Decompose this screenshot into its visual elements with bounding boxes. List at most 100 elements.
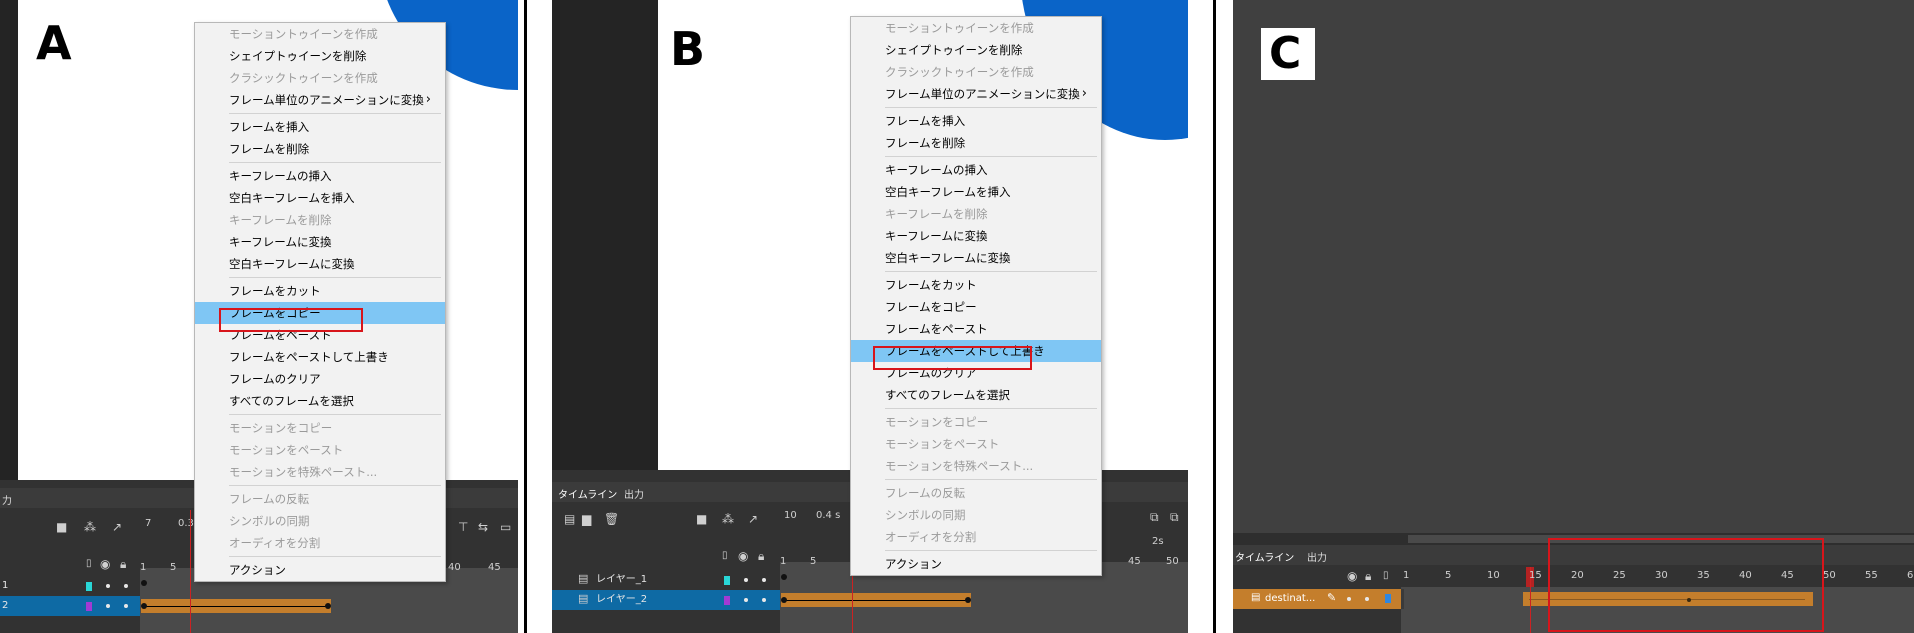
- menu-item[interactable]: フレーム単位のアニメーションに変換 ›: [195, 89, 445, 111]
- menu-item-label: オーディオを分割: [885, 530, 977, 544]
- layer-name[interactable]: 1: [2, 576, 8, 596]
- layer-color-swatch[interactable]: [724, 596, 730, 605]
- menu-item[interactable]: フレームのクリア: [195, 368, 445, 390]
- visibility-dot[interactable]: [1347, 597, 1351, 601]
- tab-timeline[interactable]: タイムライン: [558, 486, 617, 501]
- menu-item[interactable]: アクション: [195, 559, 445, 581]
- show-hide-icon[interactable]: ▯: [86, 558, 92, 569]
- graph-icon[interactable]: ↗: [748, 512, 758, 526]
- lock-dot[interactable]: [124, 584, 128, 588]
- visibility-dot[interactable]: [744, 598, 748, 602]
- menu-item[interactable]: シェイプトゥイーンを削除: [195, 45, 445, 67]
- layer-row-selected[interactable]: ▤ レイヤー_2: [552, 590, 780, 610]
- keyframe[interactable]: [141, 603, 147, 609]
- layer-parent-icon[interactable]: ⁂: [722, 512, 734, 526]
- camera-icon[interactable]: ■: [56, 520, 67, 534]
- visibility-dot[interactable]: [106, 584, 110, 588]
- graph-icon[interactable]: ↗: [112, 520, 122, 534]
- layer-row-selected[interactable]: 2: [0, 596, 140, 616]
- menu-separator: [229, 414, 441, 415]
- trash-icon[interactable]: 🗑︎: [604, 512, 619, 526]
- layer-color-swatch[interactable]: [1385, 594, 1391, 603]
- visibility-dot[interactable]: [744, 578, 748, 582]
- loop-icon[interactable]: ⇆: [478, 520, 488, 534]
- keyframe[interactable]: [325, 603, 331, 609]
- tab-output[interactable]: 出力: [1307, 549, 1327, 564]
- layer-row[interactable]: 1: [0, 576, 140, 596]
- layer-name[interactable]: 2: [2, 596, 8, 616]
- menu-item[interactable]: フレームをカット: [195, 280, 445, 302]
- menu-separator: [885, 107, 1097, 108]
- tween-arrow: [786, 600, 966, 601]
- lock-dot[interactable]: [762, 598, 766, 602]
- tab-timeline[interactable]: タイムライン: [1235, 549, 1294, 564]
- menu-item[interactable]: フレームをカット: [851, 274, 1101, 296]
- menu-item[interactable]: フレームを削除: [851, 132, 1101, 154]
- edit-multiple-icon[interactable]: ⧉: [1170, 510, 1179, 525]
- layer-name[interactable]: destinat...: [1265, 589, 1315, 609]
- menu-item[interactable]: アクション: [851, 553, 1101, 575]
- tab-output[interactable]: 出力: [624, 486, 644, 501]
- menu-item[interactable]: 空白キーフレームを挿入: [195, 187, 445, 209]
- menu-item-label: オーディオを分割: [229, 536, 321, 550]
- menu-item[interactable]: キーフレームに変換: [195, 231, 445, 253]
- eye-icon[interactable]: ◉: [100, 557, 110, 571]
- eye-icon[interactable]: ◉: [1347, 569, 1357, 583]
- new-layer-icon[interactable]: ▤: [564, 512, 575, 526]
- current-time: 0.3: [178, 518, 194, 529]
- menu-item[interactable]: すべてのフレームを選択: [851, 384, 1101, 406]
- menu-item[interactable]: フレームをペースト: [851, 318, 1101, 340]
- menu-item[interactable]: 空白キーフレームに変換: [851, 247, 1101, 269]
- keyframe[interactable]: [141, 580, 147, 586]
- show-hide-icon[interactable]: ▯: [1383, 570, 1389, 581]
- layer-color-swatch[interactable]: [86, 582, 92, 591]
- layer-row-selected[interactable]: ▤ destinat... ✎: [1233, 589, 1401, 609]
- menu-item[interactable]: フレームを挿入: [195, 116, 445, 138]
- keyframe[interactable]: [781, 574, 787, 580]
- menu-item[interactable]: フレームをコピー: [851, 296, 1101, 318]
- lock-dot[interactable]: [762, 578, 766, 582]
- empty-frame[interactable]: [1401, 589, 1404, 609]
- menu-item[interactable]: キーフレームに変換: [851, 225, 1101, 247]
- folder-icon[interactable]: ▆: [582, 512, 591, 526]
- camera-icon[interactable]: ■: [696, 512, 707, 526]
- eye-icon[interactable]: ◉: [738, 549, 748, 563]
- menu-item: キーフレームを削除: [851, 203, 1101, 225]
- lock-icon[interactable]: 🔒︎: [758, 549, 764, 564]
- layer-color-swatch[interactable]: [86, 602, 92, 611]
- menu-item-label: 空白キーフレームに変換: [885, 251, 1011, 265]
- menu-item[interactable]: フレームをペーストして上書き: [195, 346, 445, 368]
- menu-item[interactable]: キーフレームの挿入: [195, 165, 445, 187]
- tab-output[interactable]: 力: [2, 492, 12, 507]
- layer-color-swatch[interactable]: [724, 576, 730, 585]
- keyframe[interactable]: [965, 597, 971, 603]
- lock-icon[interactable]: 🔒︎: [1365, 569, 1371, 584]
- menu-separator: [229, 277, 441, 278]
- menu-item[interactable]: 空白キーフレームを挿入: [851, 181, 1101, 203]
- center-frame-icon[interactable]: ⊤: [458, 520, 468, 534]
- onion-skin-icon[interactable]: ▭: [500, 520, 511, 534]
- layer-row[interactable]: ▤ レイヤー_1: [552, 570, 780, 590]
- menu-item[interactable]: シェイプトゥイーンを削除: [851, 39, 1101, 61]
- menu-item[interactable]: すべてのフレームを選択: [195, 390, 445, 412]
- visibility-dot[interactable]: [106, 604, 110, 608]
- menu-item[interactable]: フレームを削除: [195, 138, 445, 160]
- ruler-label: 50: [1823, 570, 1836, 581]
- playhead[interactable]: [190, 510, 191, 633]
- menu-item[interactable]: 空白キーフレームに変換: [195, 253, 445, 275]
- menu-item[interactable]: フレームを挿入: [851, 110, 1101, 132]
- menu-item: フレームの反転: [195, 488, 445, 510]
- menu-item-label: フレームのクリア: [229, 372, 321, 386]
- menu-item[interactable]: キーフレームの挿入: [851, 159, 1101, 181]
- lock-icon[interactable]: 🔒︎: [120, 557, 126, 572]
- show-hide-icon[interactable]: ▯: [722, 550, 728, 561]
- lock-dot[interactable]: [124, 604, 128, 608]
- onion-skin-icon[interactable]: ⧉: [1150, 510, 1159, 525]
- layer-parent-icon[interactable]: ⁂: [84, 520, 96, 534]
- layer-name[interactable]: レイヤー_1: [596, 570, 647, 590]
- pencil-icon[interactable]: ✎: [1327, 591, 1336, 604]
- lock-dot[interactable]: [1365, 597, 1369, 601]
- menu-item[interactable]: フレーム単位のアニメーションに変換 ›: [851, 83, 1101, 105]
- keyframe[interactable]: [781, 597, 787, 603]
- layer-name[interactable]: レイヤー_2: [596, 590, 647, 610]
